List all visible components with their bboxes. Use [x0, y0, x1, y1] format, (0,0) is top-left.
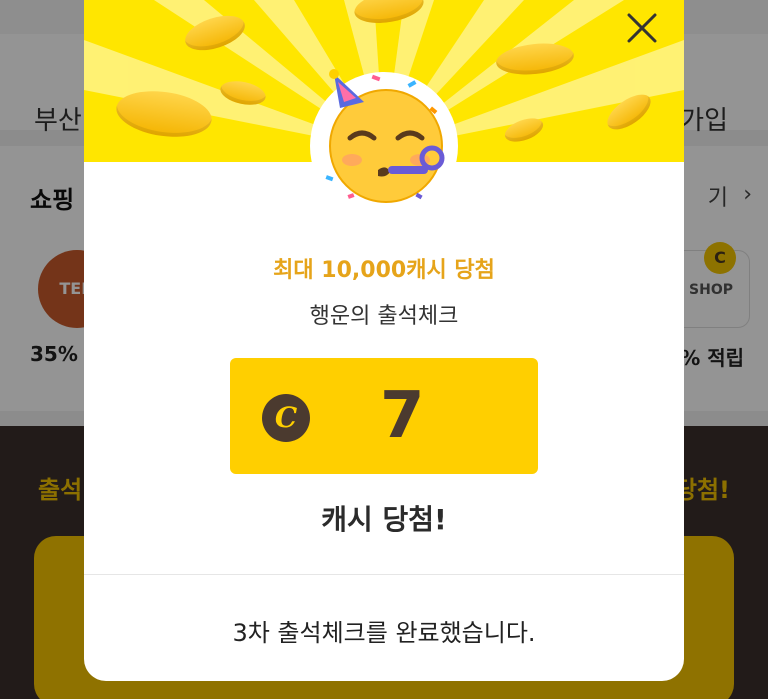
- party-face-emoji-icon: [325, 69, 445, 203]
- max-reward-headline: 최대 10,000캐시 당첨: [273, 258, 495, 283]
- reward-amount-value: 7: [380, 379, 425, 453]
- close-icon: [627, 13, 657, 43]
- modal-divider: [84, 574, 684, 575]
- lucky-attendance-subtitle: 행운의 출석체크: [309, 304, 459, 329]
- attendance-reward-modal: 최대 10,000캐시 당첨 행운의 출석체크 C 7 캐시 당첨! 3차 출석…: [84, 0, 684, 681]
- reward-amount-box: C 7: [230, 358, 538, 474]
- cash-coin-icon: C: [262, 394, 310, 442]
- close-button[interactable]: [620, 6, 664, 50]
- cash-won-text: 캐시 당첨!: [321, 503, 447, 536]
- attendance-complete-message: 3차 출석체크를 완료했습니다.: [232, 619, 536, 647]
